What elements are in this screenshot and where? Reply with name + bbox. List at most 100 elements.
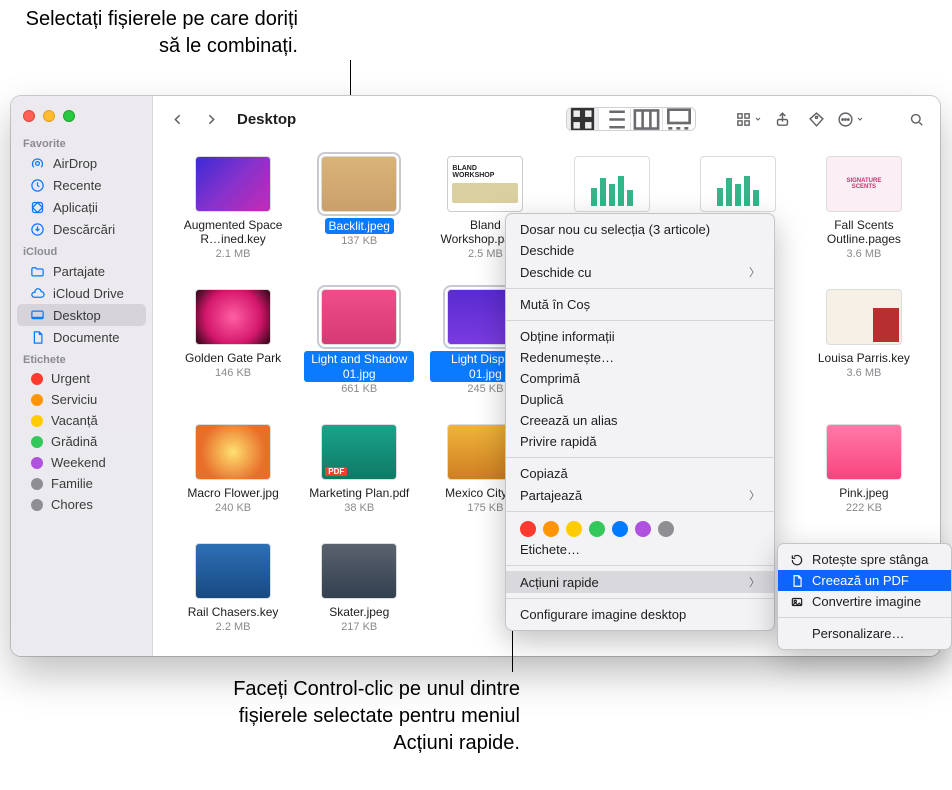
back-button[interactable]: [163, 107, 191, 131]
cloud-icon: [29, 285, 45, 301]
file-item[interactable]: Louisa Parris.key3.6 MB: [806, 289, 922, 408]
convert-image-icon: [790, 595, 804, 609]
tag-color-button[interactable]: [566, 521, 582, 537]
sidebar-tag-item[interactable]: Urgent: [17, 368, 146, 389]
menu-label: Privire rapidă: [520, 434, 597, 449]
menu-quick-look[interactable]: Privire rapidă: [506, 431, 774, 452]
file-name: Light and Shadow 01.jpg: [304, 351, 414, 382]
tag-color-button[interactable]: [543, 521, 559, 537]
file-size: 38 KB: [344, 502, 374, 514]
menu-open-with[interactable]: Deschide cu〉: [506, 261, 774, 283]
file-item[interactable]: Golden Gate Park146 KB: [175, 289, 291, 408]
pdf-badge: PDF: [325, 467, 347, 476]
menu-move-to-trash[interactable]: Mută în Coș: [506, 294, 774, 315]
tag-color-button[interactable]: [658, 521, 674, 537]
zoom-window-button[interactable]: [63, 110, 75, 122]
file-thumbnail: [195, 424, 271, 480]
file-name: Marketing Plan.pdf: [309, 486, 409, 500]
file-item[interactable]: Augmented Space R…ined.key2.1 MB: [175, 156, 291, 273]
tag-color-button[interactable]: [635, 521, 651, 537]
menu-new-folder-selection[interactable]: Dosar nou cu selecția (3 articole): [506, 219, 774, 240]
file-thumbnail: [826, 289, 902, 345]
tags-button[interactable]: [802, 107, 830, 131]
submenu-label: Creează un PDF: [812, 573, 909, 588]
menu-label: Redenumește…: [520, 350, 614, 365]
list-view-button[interactable]: [599, 108, 631, 130]
file-thumbnail: [195, 289, 271, 345]
menu-label: Configurare imagine desktop: [520, 607, 686, 622]
menu-make-alias[interactable]: Creează un alias: [506, 410, 774, 431]
menu-tags[interactable]: Etichete…: [506, 539, 774, 560]
file-item[interactable]: Macro Flower.jpg240 KB: [175, 424, 291, 527]
sidebar-item-downloads[interactable]: Descărcări: [17, 218, 146, 240]
file-item[interactable]: Rail Chasers.key2.2 MB: [175, 543, 291, 646]
file-item[interactable]: Skater.jpeg217 KB: [301, 543, 417, 646]
submenu-customize[interactable]: Personalizare…: [778, 623, 951, 644]
sidebar-tag-item[interactable]: Grădină: [17, 431, 146, 452]
sidebar-item-documents[interactable]: Documente: [17, 326, 146, 348]
menu-compress[interactable]: Comprimă: [506, 368, 774, 389]
file-thumbnail: [321, 543, 397, 599]
menu-set-desktop-picture[interactable]: Configurare imagine desktop: [506, 604, 774, 625]
group-button[interactable]: [734, 107, 762, 131]
more-actions-button[interactable]: [836, 107, 864, 131]
sidebar-tag-item[interactable]: Familie: [17, 473, 146, 494]
sidebar-tag-item[interactable]: Weekend: [17, 452, 146, 473]
tag-color-button[interactable]: [589, 521, 605, 537]
menu-separator: [506, 565, 774, 566]
tag-dot-icon: [31, 478, 43, 490]
sidebar-label: Desktop: [53, 308, 101, 323]
sidebar-item-recents[interactable]: Recente: [17, 174, 146, 196]
clock-icon: [29, 177, 45, 193]
menu-open[interactable]: Deschide: [506, 240, 774, 261]
icon-view-button[interactable]: [567, 108, 599, 130]
file-size: 175 KB: [467, 502, 503, 514]
tag-color-button[interactable]: [520, 521, 536, 537]
submenu-rotate-left[interactable]: Rotește spre stânga: [778, 549, 951, 570]
sidebar-tag-item[interactable]: Serviciu: [17, 389, 146, 410]
close-window-button[interactable]: [23, 110, 35, 122]
menu-get-info[interactable]: Obține informații: [506, 326, 774, 347]
share-button[interactable]: [768, 107, 796, 131]
sidebar-tag-item[interactable]: Vacanță: [17, 410, 146, 431]
column-view-button[interactable]: [631, 108, 663, 130]
file-item[interactable]: Backlit.jpeg137 KB: [301, 156, 417, 273]
file-thumbnail: [321, 156, 397, 212]
sidebar-label: Chores: [51, 497, 93, 512]
file-name: Fall Scents Outline.pages: [809, 218, 919, 247]
file-item[interactable]: PDF Marketing Plan.pdf 38 KB: [301, 424, 417, 527]
callout-bottom: Faceți Control-clic pe unul dintre fișie…: [210, 676, 520, 757]
minimize-window-button[interactable]: [43, 110, 55, 122]
file-item[interactable]: Light and Shadow 01.jpg661 KB: [301, 289, 417, 408]
sidebar-item-shared[interactable]: Partajate: [17, 260, 146, 282]
sidebar-item-icloud-drive[interactable]: iCloud Drive: [17, 282, 146, 304]
menu-rename[interactable]: Redenumește…: [506, 347, 774, 368]
menu-separator: [506, 511, 774, 512]
submenu-create-pdf[interactable]: Creează un PDF: [778, 570, 951, 591]
menu-copy[interactable]: Copiază: [506, 463, 774, 484]
menu-share[interactable]: Partajează〉: [506, 484, 774, 506]
sidebar-item-desktop[interactable]: Desktop: [17, 304, 146, 326]
menu-quick-actions[interactable]: Acțiuni rapide〉: [506, 571, 774, 593]
gallery-view-button[interactable]: [663, 108, 695, 130]
sidebar-item-airdrop[interactable]: AirDrop: [17, 152, 146, 174]
file-thumbnail: BLANDWORKSHOP: [447, 156, 523, 212]
tag-dot-icon: [31, 499, 43, 511]
chevron-right-icon: 〉: [749, 264, 760, 280]
file-item[interactable]: SIGNATURESCENTSFall Scents Outline.pages…: [806, 156, 922, 273]
search-button[interactable]: [902, 107, 930, 131]
forward-button[interactable]: [197, 107, 225, 131]
sidebar-tag-item[interactable]: Chores: [17, 494, 146, 515]
sidebar-label: Serviciu: [51, 392, 97, 407]
sidebar-item-applications[interactable]: Aplicații: [17, 196, 146, 218]
file-size: 2.5 MB: [468, 248, 503, 260]
file-item[interactable]: Pink.jpeg222 KB: [806, 424, 922, 527]
menu-duplicate[interactable]: Duplică: [506, 389, 774, 410]
submenu-convert-image[interactable]: Convertire imagine: [778, 591, 951, 612]
document-icon: [29, 329, 45, 345]
blank-icon: [790, 627, 804, 641]
airdrop-icon: [29, 155, 45, 171]
file-name: Louisa Parris.key: [818, 351, 910, 365]
sidebar-label: AirDrop: [53, 156, 97, 171]
tag-color-button[interactable]: [612, 521, 628, 537]
